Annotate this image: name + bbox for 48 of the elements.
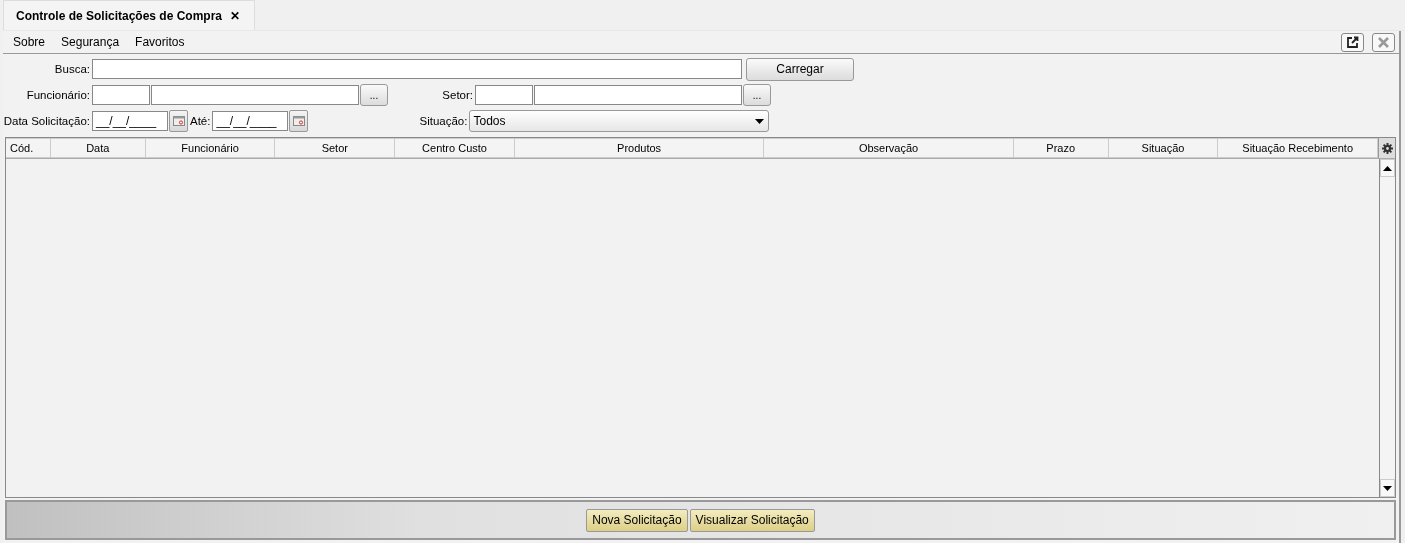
dropdown-arrow-icon	[755, 118, 765, 124]
menu-item[interactable]: Sobre	[13, 35, 46, 49]
external-link-icon	[1346, 35, 1359, 49]
column-header[interactable]: Observação	[764, 138, 1014, 158]
status-dropdown[interactable]: Todos	[469, 110, 770, 132]
column-header[interactable]: Data	[50, 138, 146, 158]
settings-icon	[1381, 142, 1393, 154]
name-field[interactable]	[151, 85, 359, 105]
calendar-icon	[172, 116, 185, 126]
popout-button[interactable]	[1341, 32, 1364, 52]
settings-button[interactable]	[1378, 138, 1395, 158]
scrollbar[interactable]	[1379, 159, 1395, 497]
action-button[interactable]: Nova Solicitação	[586, 508, 688, 532]
date-field[interactable]: __/__/____	[212, 111, 289, 131]
search-field[interactable]	[92, 59, 742, 79]
action-button[interactable]: Visualizar Solicitação	[689, 508, 815, 532]
load-button[interactable]: Carregar	[746, 57, 854, 81]
field-label: Até:	[190, 115, 212, 127]
field-label: Data Solicitação:	[3, 115, 91, 127]
column-header[interactable]: Centro Custo	[395, 138, 515, 158]
browse-button[interactable]: ...	[360, 84, 388, 106]
column-header[interactable]: Produtos	[514, 138, 765, 158]
menu-item[interactable]: Favoritos	[135, 35, 185, 49]
calendar-button[interactable]	[289, 110, 309, 132]
close-icon	[1377, 35, 1390, 49]
code-field[interactable]	[92, 85, 150, 105]
close-button[interactable]	[1372, 32, 1395, 52]
column-header[interactable]: Situação	[1108, 138, 1219, 158]
column-header[interactable]: Cód.	[6, 138, 51, 158]
scroll-up-icon[interactable]	[1383, 165, 1392, 171]
menu-item[interactable]: Segurança	[61, 35, 120, 49]
calendar-button[interactable]	[169, 110, 188, 132]
code-field[interactable]	[475, 85, 533, 105]
window-tab[interactable]: Controle de Solicitações de Compra ✕	[3, 0, 256, 30]
close-icon[interactable]: ✕	[230, 8, 241, 23]
field-label: Busca:	[53, 63, 91, 75]
date-field[interactable]: __/__/____	[92, 111, 168, 131]
browse-button[interactable]: ...	[743, 84, 771, 106]
field-label: Funcionário:	[25, 89, 91, 101]
field-label: Situação:	[418, 115, 469, 127]
column-header[interactable]: Prazo	[1013, 138, 1109, 158]
column-header[interactable]: Funcionário	[145, 138, 276, 158]
scroll-down-icon[interactable]	[1383, 485, 1392, 491]
calendar-icon	[292, 116, 305, 126]
name-field[interactable]	[534, 85, 742, 105]
field-label: Setor:	[441, 89, 474, 101]
column-header[interactable]: Situação Recebimento	[1218, 138, 1378, 158]
column-header[interactable]: Setor	[275, 138, 396, 158]
